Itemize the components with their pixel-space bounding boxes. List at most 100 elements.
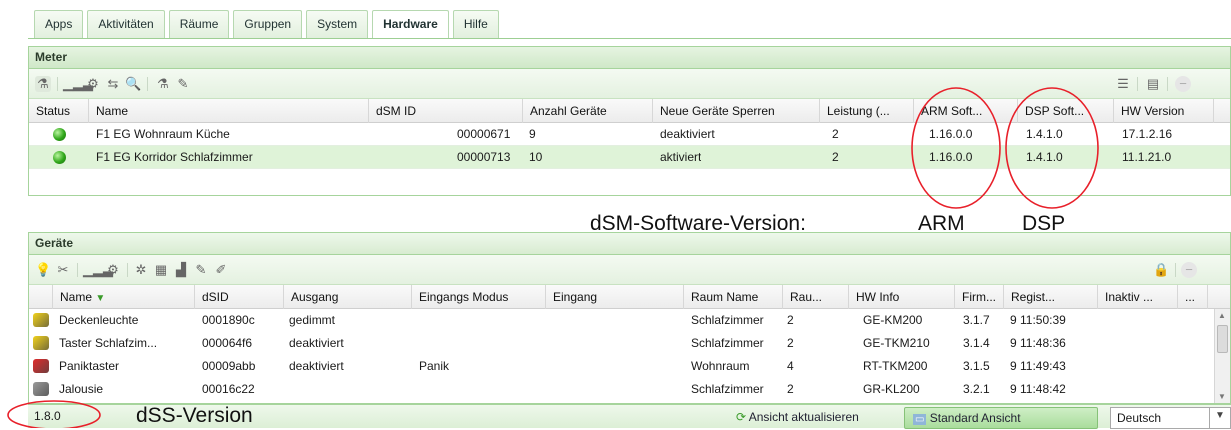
standard-view-button[interactable]: ▭ Standard Ansicht xyxy=(904,407,1098,429)
tag-icon[interactable]: ✂ xyxy=(55,262,71,278)
collapse-icon[interactable]: − xyxy=(1175,76,1191,92)
sort-desc-icon: ▼ xyxy=(95,293,106,304)
refresh-view-label: Ansicht aktualisieren xyxy=(748,410,859,424)
scrollbar-thumb[interactable] xyxy=(1217,325,1228,353)
device-registered: 9 11:48:42 xyxy=(1010,382,1066,396)
flask-settings-icon[interactable]: ⚗ xyxy=(155,76,171,92)
toolbar-separator xyxy=(147,77,148,91)
meter-dsp-version: 1.4.1.0 xyxy=(1026,150,1063,164)
notes-icon[interactable]: ▤ xyxy=(1145,76,1161,92)
col-dsid[interactable]: dSID xyxy=(195,285,284,309)
col-inactive[interactable]: Inaktiv ... xyxy=(1098,285,1178,309)
meter-arm-version: 1.16.0.0 xyxy=(929,127,973,141)
lock-icon[interactable]: 🔒 xyxy=(1153,262,1169,278)
device-input-mode: Panik xyxy=(419,359,450,373)
tab-system[interactable]: System xyxy=(306,10,369,38)
gear-icon[interactable]: ⚙ xyxy=(85,76,101,92)
tab-hilfe[interactable]: Hilfe xyxy=(452,10,499,38)
col-more[interactable]: ... xyxy=(1178,285,1208,309)
device-output: deaktiviert xyxy=(289,359,344,373)
signal-icon[interactable]: ▁▂▃ xyxy=(83,262,113,278)
device-registered: 9 11:49:43 xyxy=(1010,359,1066,373)
scroll-down-icon[interactable]: ▼ xyxy=(1218,392,1226,401)
device-row[interactable]: Taster Schlafzim... 000064f6 deaktiviert… xyxy=(29,332,1230,355)
col-status[interactable]: Status xyxy=(29,99,89,123)
meter-table-header: Status Name dSM ID Anzahl Geräte Neue Ge… xyxy=(29,99,1230,123)
col-dsm-id[interactable]: dSM ID xyxy=(369,99,523,123)
device-registered: 9 11:48:36 xyxy=(1010,336,1066,350)
col-hw-info[interactable]: HW Info xyxy=(849,285,955,309)
transfer-icon[interactable]: ⇆ xyxy=(105,76,121,92)
col-lock-new-devices[interactable]: Neue Geräte Sperren xyxy=(653,99,820,123)
edit-icon[interactable]: ✎ xyxy=(175,76,191,92)
status-online-icon xyxy=(53,128,66,141)
meter-add-icon[interactable]: ⚗ xyxy=(35,76,51,92)
meter-row[interactable]: F1 EG Wohnraum Küche 00000671 9 deaktivi… xyxy=(29,123,1230,146)
window-icon: ▭ xyxy=(913,414,927,425)
device-name: Deckenleuchte xyxy=(59,313,139,327)
device-name: Taster Schlafzim... xyxy=(59,336,158,350)
device-hw-info: GE-KM200 xyxy=(863,313,923,327)
tab-gruppen[interactable]: Gruppen xyxy=(233,10,303,38)
tab-apps[interactable]: Apps xyxy=(34,10,84,38)
chart-icon[interactable]: ▟ xyxy=(173,262,189,278)
device-config-icon[interactable]: ▦ xyxy=(153,262,169,278)
language-select[interactable]: Deutsch xyxy=(1110,407,1210,429)
bulb-icon[interactable]: 💡 xyxy=(35,262,51,278)
col-output[interactable]: Ausgang xyxy=(284,285,412,309)
col-room-number[interactable]: Rau... xyxy=(783,285,849,309)
col-hw-version[interactable]: HW Version xyxy=(1114,99,1214,123)
tab-aktivitaeten[interactable]: Aktivitäten xyxy=(87,10,165,38)
meter-dsm-id: 00000671 xyxy=(457,127,511,141)
meter-arm-version: 1.16.0.0 xyxy=(929,150,973,164)
col-device-count[interactable]: Anzahl Geräte xyxy=(523,99,653,123)
tab-raeume[interactable]: Räume xyxy=(168,10,230,38)
col-name[interactable]: Name xyxy=(89,99,369,123)
col-registered[interactable]: Regist... xyxy=(1004,285,1098,309)
toolbar-separator xyxy=(1167,77,1168,91)
col-power[interactable]: Leistung (... xyxy=(820,99,914,123)
language-value: Deutsch xyxy=(1117,411,1162,425)
col-device-name[interactable]: Name ▼ xyxy=(53,285,195,309)
device-row[interactable]: Jalousie 00016c22 Schlafzimmer 2 GR-KL20… xyxy=(29,378,1230,401)
device-name: Paniktaster xyxy=(59,359,120,373)
col-input[interactable]: Eingang xyxy=(546,285,684,309)
meter-lock-state: deaktiviert xyxy=(660,127,715,141)
device-room: Schlafzimmer xyxy=(691,382,764,396)
col-arm-software[interactable]: ARM Soft... xyxy=(914,99,1018,123)
meter-panel-title: Meter xyxy=(29,47,1230,69)
language-dropdown-button[interactable]: ▼ xyxy=(1210,407,1231,429)
edit-icon[interactable]: ✎ xyxy=(193,262,209,278)
devices-scrollbar[interactable]: ▲ ▼ xyxy=(1214,309,1230,403)
col-firmware[interactable]: Firm... xyxy=(955,285,1004,309)
settings-icon[interactable]: ✲ xyxy=(133,262,149,278)
signal-icon[interactable]: ▁▂▃ xyxy=(63,76,93,92)
meter-dsp-version: 1.4.1.0 xyxy=(1026,127,1063,141)
device-firmware: 3.2.1 xyxy=(963,382,990,396)
meter-toolbar: ⚗ ▁▂▃ ⚙ ⇆ 🔍 ⚗ ✎ ☰ ▤ − xyxy=(29,69,1230,99)
columns-icon[interactable]: ☰ xyxy=(1115,76,1131,92)
devices-panel: Geräte 💡 ✂ ▁▂▃ ⚙ ✲ ▦ ▟ ✎ ✐ 🔒 − Name ▼ dS… xyxy=(28,232,1231,404)
devices-toolbar: 💡 ✂ ▁▂▃ ⚙ ✲ ▦ ▟ ✎ ✐ 🔒 − xyxy=(29,255,1230,285)
refresh-view-button[interactable]: ⟳ Ansicht aktualisieren xyxy=(728,407,867,429)
tab-hardware[interactable]: Hardware xyxy=(372,10,449,39)
device-firmware: 3.1.4 xyxy=(963,336,990,350)
device-registered: 9 11:50:39 xyxy=(1010,313,1066,327)
search-icon[interactable]: 🔍 xyxy=(125,76,141,92)
scroll-up-icon[interactable]: ▲ xyxy=(1218,311,1226,320)
meter-name: F1 EG Korridor Schlafzimmer xyxy=(96,150,253,164)
device-dsid: 0001890c xyxy=(202,313,255,327)
device-dsid: 00016c22 xyxy=(202,382,255,396)
devices-table-body: Deckenleuchte 0001890c gedimmt Schlafzim… xyxy=(29,309,1230,403)
meter-name: F1 EG Wohnraum Küche xyxy=(96,127,230,141)
meter-row[interactable]: F1 EG Korridor Schlafzimmer 00000713 10 … xyxy=(29,146,1230,169)
meter-lock-state: aktiviert xyxy=(660,150,702,164)
device-row[interactable]: Deckenleuchte 0001890c gedimmt Schlafzim… xyxy=(29,309,1230,332)
device-row[interactable]: Paniktaster 00009abb deaktiviert Panik W… xyxy=(29,355,1230,378)
gear-icon[interactable]: ⚙ xyxy=(105,262,121,278)
col-room-name[interactable]: Raum Name xyxy=(684,285,783,309)
collapse-icon[interactable]: − xyxy=(1181,262,1197,278)
pencil-icon[interactable]: ✐ xyxy=(213,262,229,278)
col-dsp-software[interactable]: DSP Soft... xyxy=(1018,99,1114,123)
col-input-mode[interactable]: Eingangs Modus xyxy=(412,285,546,309)
